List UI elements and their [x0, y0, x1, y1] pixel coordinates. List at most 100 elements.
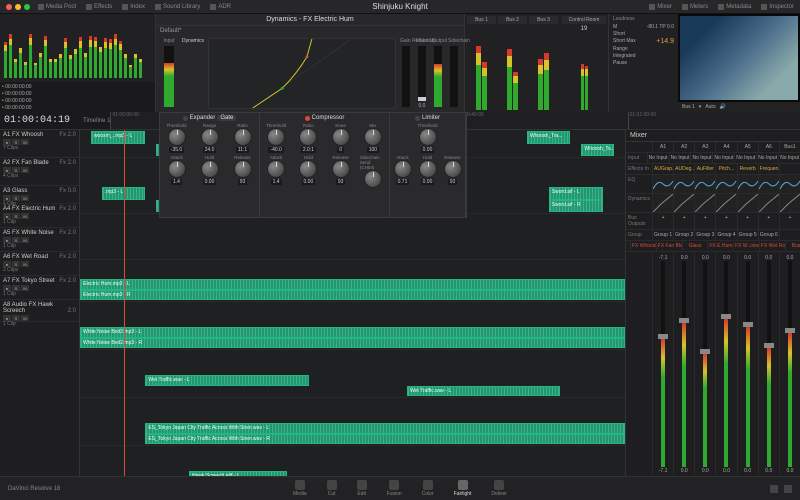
knob-hold[interactable]: Hold0.00 — [295, 155, 321, 189]
eq-thumb[interactable] — [652, 175, 673, 193]
dyn-thumb[interactable] — [673, 194, 694, 212]
knob-attack[interactable]: Attack1.4 — [263, 155, 289, 189]
page-media[interactable]: Media — [293, 480, 307, 497]
toolbar-index[interactable]: Index — [122, 4, 145, 10]
dyn-thumb[interactable] — [758, 194, 779, 212]
knob-range[interactable]: Range24.0 — [197, 123, 223, 153]
volume-icon[interactable]: 🔊 — [720, 104, 726, 110]
mixer-cell[interactable]: Group 4 — [715, 230, 736, 240]
bus-tab[interactable]: Bus 3 — [529, 16, 558, 24]
mixer-cell[interactable] — [779, 164, 800, 174]
track-header-a1[interactable]: A1 FX Whoosh Fx 2.0●SM7 Clips — [0, 130, 79, 158]
toolbar-inspector[interactable]: Inspector — [761, 4, 794, 10]
mixer-cell[interactable]: + — [715, 213, 736, 229]
eq-thumb[interactable] — [758, 175, 779, 193]
mixer-cell[interactable]: Frequen... — [758, 164, 779, 174]
marker[interactable]: • 00:00:00:00 — [2, 98, 153, 104]
mixer-cell[interactable]: AuFilter — [694, 164, 715, 174]
section-toggle[interactable]: Limiter — [422, 115, 440, 121]
mute-button[interactable]: M — [21, 261, 29, 267]
track-header-a5[interactable]: A5 FX White Noise Fx 2.0●SM1 Clip — [0, 228, 79, 252]
page-color[interactable]: Color — [422, 480, 434, 497]
track-header-a2[interactable]: A2 FX Fan Blade Fx 2.0●SM4 Clips — [0, 158, 79, 186]
page-deliver[interactable]: Deliver — [491, 480, 507, 497]
knob-release[interactable]: Release93 — [230, 155, 256, 185]
track-lane[interactable]: Electric Hum.mp3 - LElectric Hum.mp3 - R — [80, 278, 625, 302]
knob-ratio[interactable]: Ratio11:1 — [230, 123, 256, 153]
fader-A6[interactable]: 0.00.0 — [758, 252, 779, 476]
mute-button[interactable]: M — [21, 167, 29, 173]
mixer-cell[interactable]: Pitch... — [715, 164, 736, 174]
dyn-thumb[interactable] — [652, 194, 673, 212]
bus-tab[interactable]: Bus 1 — [467, 16, 496, 24]
track-header-a7[interactable]: A7 FX Tokyo Street Fx 2.0●SM1 Clip — [0, 276, 79, 300]
knob-hold[interactable]: Hold0.00 — [417, 155, 438, 185]
marker[interactable]: • 00:00:00:00 — [2, 84, 153, 90]
toolbar-mixer[interactable]: Mixer — [649, 4, 672, 10]
playhead[interactable] — [124, 130, 125, 476]
mixer-cell[interactable]: No Input — [647, 153, 669, 163]
toolbar-sound-library[interactable]: Sound Library — [155, 4, 200, 10]
toolbar-media-pool[interactable]: Media Pool — [38, 4, 76, 10]
knob-threshold[interactable]: Threshold0.00 — [415, 123, 441, 153]
audio-clip[interactable]: ES_Tokyo Japan City Traffic Across With … — [145, 423, 625, 434]
mixer-cell[interactable]: Group 2 — [673, 230, 694, 240]
page-edit[interactable]: Edit — [357, 480, 367, 497]
audio-clip[interactable]: Whoosh_To... — [581, 144, 614, 157]
audio-clip[interactable]: Sword.aif - L — [549, 187, 604, 200]
mixer-cell[interactable]: Reverb — [737, 164, 758, 174]
track-header-a4[interactable]: A4 FX Electric Hum Fx 2.0●SM1 Clip — [0, 204, 79, 228]
mixer-cell[interactable]: Group 1 — [652, 230, 673, 240]
eq-thumb[interactable] — [694, 175, 715, 193]
mixer-cell[interactable]: + — [779, 213, 800, 229]
mixer-cell[interactable]: + — [737, 213, 758, 229]
knob-attack[interactable]: Attack1.4 — [164, 155, 190, 185]
track-lane[interactable]: ES_Tokyo Japan City Traffic Across With … — [80, 422, 625, 446]
fader-A2[interactable]: 0.00.0 — [673, 252, 694, 476]
page-cut[interactable]: Cut — [327, 480, 337, 497]
settings-icon[interactable] — [770, 485, 778, 493]
marker[interactable]: • 00:00:00:00 — [2, 91, 153, 97]
timeline-name[interactable]: Timeline 1 — [83, 118, 110, 124]
bus-tab[interactable]: Bus 2 — [498, 16, 527, 24]
dyn-thumb[interactable] — [779, 194, 800, 212]
mixer-cell[interactable]: + — [673, 213, 694, 229]
mixer-cell[interactable]: No Input — [690, 153, 712, 163]
mute-button[interactable]: M — [21, 315, 29, 321]
mixer-cell[interactable]: No Input — [756, 153, 778, 163]
track-header-a3[interactable]: A3 Glass Fx 0.0●SM1 Clip — [0, 186, 79, 204]
mixer-ch-label[interactable]: A5 — [737, 142, 758, 152]
fader-Bus1[interactable]: 0.00.0 — [779, 252, 800, 476]
knob-ratio[interactable]: Ratio2.0:1 — [295, 123, 321, 153]
knob-release[interactable]: Release93 — [442, 155, 463, 185]
fader-A1[interactable]: -7.1-7.1 — [652, 252, 673, 476]
mixer-cell[interactable]: + — [694, 213, 715, 229]
knob-threshold[interactable]: Threshold-35.0 — [164, 123, 190, 153]
mixer-cell[interactable]: Group 6 — [758, 230, 779, 240]
mixer-ch-label[interactable]: A2 — [673, 142, 694, 152]
toolbar-adr[interactable]: ADR — [210, 4, 231, 10]
section-toggle[interactable]: Compressor — [312, 115, 345, 121]
video-preview[interactable]: Bus 1▾Auto🔊 — [678, 14, 800, 112]
eq-thumb[interactable] — [673, 175, 694, 193]
mixer-cell[interactable]: No Input — [712, 153, 734, 163]
mute-button[interactable]: M — [21, 285, 29, 291]
knob-threshold[interactable]: Threshold-40.0 — [263, 123, 289, 153]
audio-clip[interactable]: Wet Traffic.wav - L — [145, 375, 309, 386]
section-toggle[interactable]: Expander — [190, 115, 216, 121]
fader-A4[interactable]: 0.00.0 — [715, 252, 736, 476]
track-lane[interactable]: White Noise Bed2.mp3 - LWhite Noise Bed2… — [80, 326, 625, 350]
audio-clip[interactable]: ES_Tokyo Japan City Traffic Across With … — [145, 434, 625, 445]
track-lane[interactable] — [80, 242, 625, 260]
toolbar-meters[interactable]: Meters — [682, 4, 708, 10]
mixer-ch-label[interactable]: Bus1 — [779, 142, 800, 152]
page-fusion[interactable]: Fusion — [387, 480, 402, 497]
audio-clip[interactable]: Electric Hum.mp3 - R — [80, 290, 625, 301]
knob-hold[interactable]: Hold0.00 — [197, 155, 223, 185]
dyn-thumb[interactable] — [715, 194, 736, 212]
mute-button[interactable]: M — [21, 139, 29, 145]
audio-clip[interactable]: Sword.aif - R — [549, 200, 604, 213]
window-traffic-lights[interactable] — [6, 4, 30, 10]
dynamics-curve-graph[interactable] — [208, 38, 396, 109]
track-header-a8[interactable]: A8 Audio FX Hawk Screech 2.0●SM1 Clip — [0, 300, 79, 322]
